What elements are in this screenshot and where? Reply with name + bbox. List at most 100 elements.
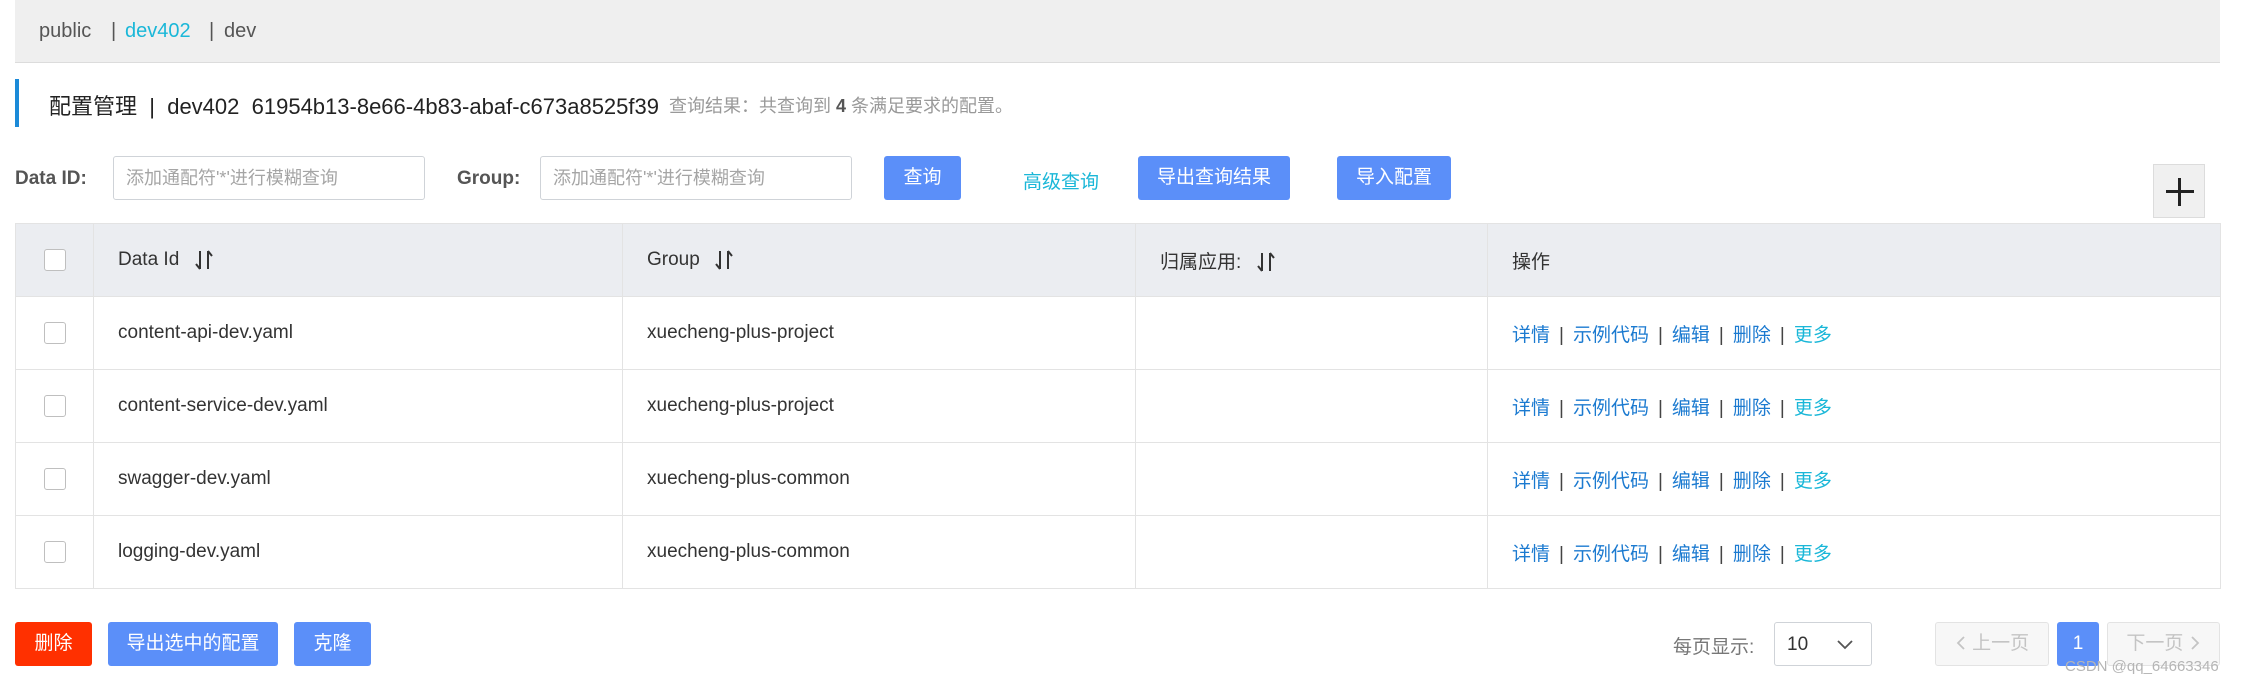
column-label: 操作 bbox=[1512, 251, 1551, 273]
namespace-dev402[interactable]: dev402 bbox=[125, 20, 191, 43]
action-separator: | bbox=[1779, 397, 1785, 419]
data-id-cell: content-api-dev.yaml bbox=[93, 296, 623, 370]
advanced-query-link[interactable]: 高级查询 bbox=[1023, 167, 1099, 194]
import-config-button[interactable]: 导入配置 bbox=[1337, 156, 1451, 200]
actions-cell: 详情 | 示例代码 | 编辑 | 删除 | 更多 bbox=[1487, 515, 2221, 589]
namespace-separator: | bbox=[111, 20, 117, 42]
data-id-cell: swagger-dev.yaml bbox=[93, 442, 623, 516]
select-all-checkbox[interactable] bbox=[43, 248, 66, 271]
action-separator: | bbox=[1718, 397, 1724, 419]
action-separator: | bbox=[1559, 324, 1564, 346]
app-cell bbox=[1135, 515, 1488, 589]
action-separator: | bbox=[1779, 543, 1785, 565]
result-prefix: 查询结果：共查询到 bbox=[669, 96, 831, 116]
action-separator: | bbox=[1657, 470, 1663, 492]
delete-link[interactable]: 删除 bbox=[1733, 544, 1771, 565]
table-row: swagger-dev.yaml xuecheng-plus-common 详情… bbox=[15, 442, 2221, 516]
group-cell: xuecheng-plus-project bbox=[622, 369, 1136, 443]
sample-code-link[interactable]: 示例代码 bbox=[1573, 398, 1649, 419]
edit-link[interactable]: 编辑 bbox=[1672, 398, 1710, 419]
action-separator: | bbox=[1559, 543, 1564, 565]
delete-link[interactable]: 删除 bbox=[1733, 471, 1771, 492]
namespace-public[interactable]: public bbox=[39, 20, 91, 43]
column-header-actions: 操作 bbox=[1487, 223, 2221, 297]
action-separator: | bbox=[1718, 324, 1724, 346]
action-separator: | bbox=[1559, 397, 1564, 419]
data-id-cell: logging-dev.yaml bbox=[93, 515, 623, 589]
table-row: logging-dev.yaml xuecheng-plus-common 详情… bbox=[15, 515, 2221, 589]
export-selected-button[interactable]: 导出选中的配置 bbox=[108, 622, 278, 666]
group-cell: xuecheng-plus-common bbox=[622, 515, 1136, 589]
sort-icon[interactable] bbox=[715, 249, 733, 271]
query-button[interactable]: 查询 bbox=[884, 156, 961, 200]
group-cell: xuecheng-plus-common bbox=[622, 442, 1136, 516]
page-size-select[interactable]: 10 bbox=[1774, 622, 1872, 666]
column-header-group[interactable]: Group bbox=[622, 223, 1136, 297]
row-select-cell bbox=[15, 515, 94, 589]
row-checkbox[interactable] bbox=[43, 394, 66, 417]
action-separator: | bbox=[1657, 324, 1663, 346]
namespace-dev[interactable]: dev bbox=[224, 20, 256, 43]
chevron-left-icon bbox=[1956, 636, 1965, 650]
config-table: Data Id Group 归属应用: 操作 content-api-dev.y… bbox=[15, 223, 2221, 589]
action-separator: | bbox=[1779, 470, 1785, 492]
data-id-label: Data ID: bbox=[15, 168, 87, 189]
query-result-summary: 查询结果：共查询到 4 条满足要求的配置。 bbox=[669, 92, 1013, 118]
clone-button[interactable]: 克隆 bbox=[294, 622, 371, 666]
more-link[interactable]: 更多 bbox=[1794, 544, 1832, 565]
row-select-cell bbox=[15, 296, 94, 370]
export-results-button[interactable]: 导出查询结果 bbox=[1138, 156, 1290, 200]
actions-cell: 详情 | 示例代码 | 编辑 | 删除 | 更多 bbox=[1487, 442, 2221, 516]
page-title-text: 配置管理 bbox=[49, 94, 138, 119]
action-separator: | bbox=[1657, 397, 1663, 419]
row-select-cell bbox=[15, 442, 94, 516]
app-cell bbox=[1135, 442, 1488, 516]
app-cell bbox=[1135, 369, 1488, 443]
row-checkbox[interactable] bbox=[43, 540, 66, 563]
edit-link[interactable]: 编辑 bbox=[1672, 471, 1710, 492]
chevron-down-icon bbox=[1837, 640, 1853, 650]
actions-cell: 详情 | 示例代码 | 编辑 | 删除 | 更多 bbox=[1487, 296, 2221, 370]
namespace-name: dev402 bbox=[167, 94, 240, 119]
action-separator: | bbox=[1718, 470, 1724, 492]
page-size-label: 每页显示: bbox=[1673, 637, 1755, 658]
select-all-cell bbox=[15, 223, 94, 297]
table-row: content-api-dev.yaml xuecheng-plus-proje… bbox=[15, 296, 2221, 370]
data-id-cell: content-service-dev.yaml bbox=[93, 369, 623, 443]
delete-link[interactable]: 删除 bbox=[1733, 398, 1771, 419]
sample-code-link[interactable]: 示例代码 bbox=[1573, 325, 1649, 346]
row-checkbox[interactable] bbox=[43, 467, 66, 490]
detail-link[interactable]: 详情 bbox=[1512, 544, 1550, 565]
bulk-delete-button[interactable]: 删除 bbox=[15, 622, 92, 666]
row-checkbox[interactable] bbox=[43, 321, 66, 344]
table-header-row: Data Id Group 归属应用: 操作 bbox=[15, 223, 2221, 297]
sort-icon[interactable] bbox=[194, 249, 213, 271]
detail-link[interactable]: 详情 bbox=[1512, 325, 1550, 346]
column-header-data-id[interactable]: Data Id bbox=[93, 223, 623, 297]
delete-link[interactable]: 删除 bbox=[1733, 325, 1771, 346]
column-label: Group bbox=[647, 249, 700, 270]
detail-link[interactable]: 详情 bbox=[1512, 471, 1550, 492]
page-title-bar: 配置管理 | dev402 61954b13-8e66-4b83-abaf-c6… bbox=[15, 79, 1013, 127]
prev-page-label: 上一页 bbox=[1972, 633, 2030, 654]
prev-page-button[interactable]: 上一页 bbox=[1935, 622, 2049, 666]
more-link[interactable]: 更多 bbox=[1794, 325, 1832, 346]
row-select-cell bbox=[15, 369, 94, 443]
data-id-input[interactable] bbox=[113, 156, 425, 200]
sample-code-link[interactable]: 示例代码 bbox=[1573, 544, 1649, 565]
more-link[interactable]: 更多 bbox=[1794, 398, 1832, 419]
result-suffix: 条满足要求的配置。 bbox=[851, 96, 1014, 116]
next-page-label: 下一页 bbox=[2126, 633, 2184, 654]
edit-link[interactable]: 编辑 bbox=[1672, 325, 1710, 346]
sort-icon[interactable] bbox=[1256, 251, 1275, 273]
table-row: content-service-dev.yaml xuecheng-plus-p… bbox=[15, 369, 2221, 443]
column-header-app[interactable]: 归属应用: bbox=[1135, 223, 1488, 297]
sample-code-link[interactable]: 示例代码 bbox=[1573, 471, 1649, 492]
edit-link[interactable]: 编辑 bbox=[1672, 544, 1710, 565]
detail-link[interactable]: 详情 bbox=[1512, 398, 1550, 419]
add-config-button[interactable] bbox=[2153, 164, 2205, 218]
watermark: CSDN @qq_64663346 bbox=[2065, 658, 2219, 675]
group-input[interactable] bbox=[540, 156, 852, 200]
more-link[interactable]: 更多 bbox=[1794, 471, 1832, 492]
page-title: 配置管理 | dev402 61954b13-8e66-4b83-abaf-c6… bbox=[49, 89, 659, 121]
